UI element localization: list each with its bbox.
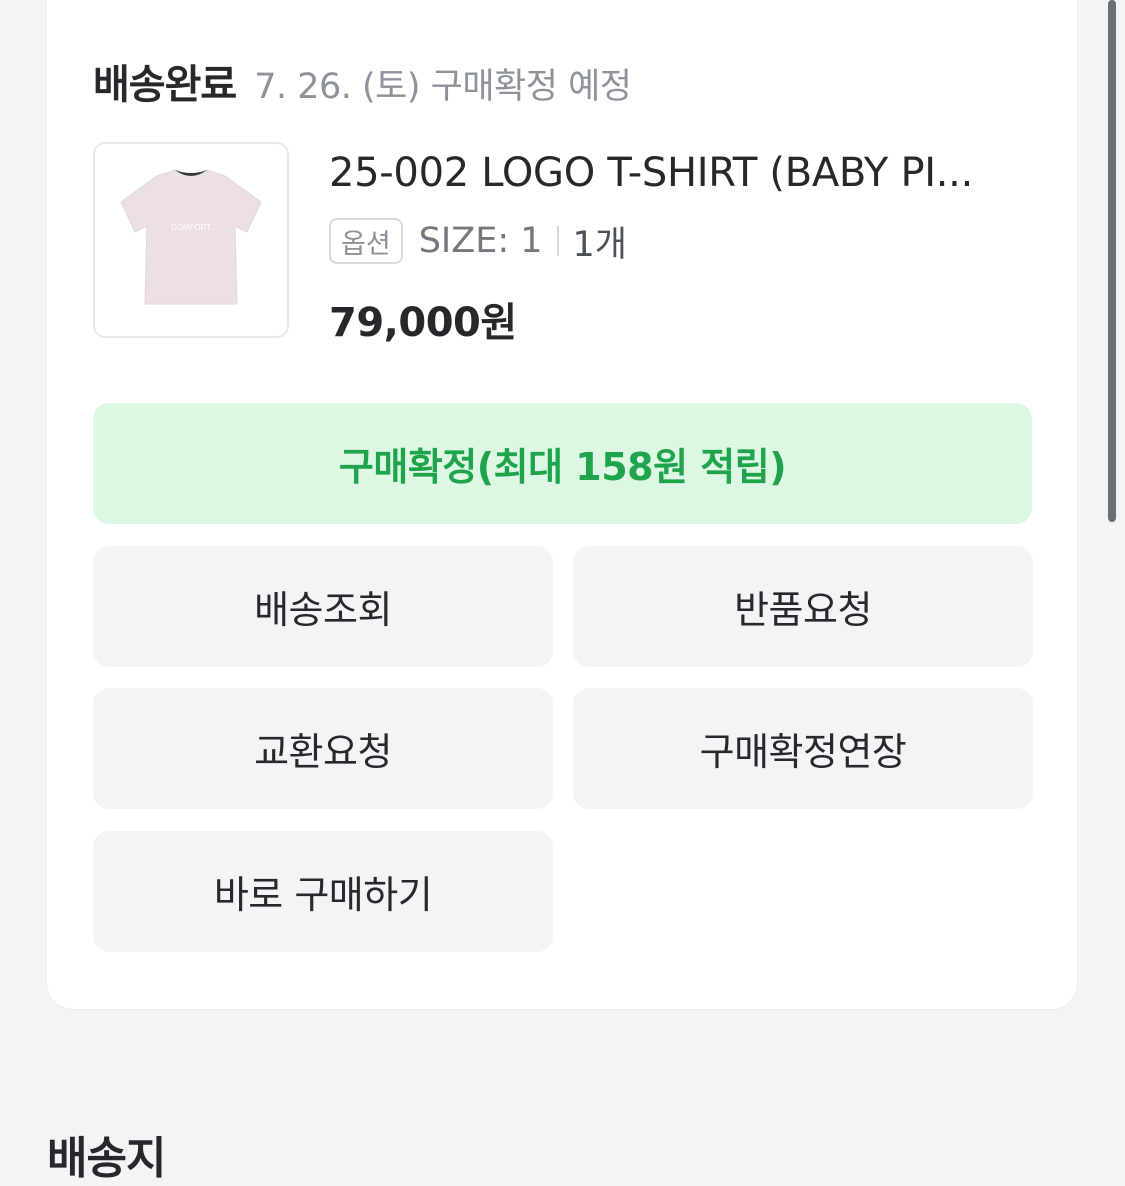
buy-again-button[interactable]: 바로 구매하기 [93, 831, 553, 952]
product-thumbnail[interactable]: COMFORT [93, 142, 289, 338]
return-request-button[interactable]: 반품요청 [573, 546, 1033, 667]
track-delivery-button[interactable]: 배송조회 [93, 546, 553, 667]
extend-confirmation-button[interactable]: 구매확정연장 [573, 688, 1033, 809]
option-badge: 옵션 [329, 218, 403, 264]
confirm-purchase-button[interactable]: 구매확정(최대 158원 적립) [93, 403, 1032, 524]
order-status-row: 배송완료 7. 26. (토) 구매확정 예정 [93, 52, 632, 108]
tshirt-logo-text: COMFORT [171, 223, 211, 232]
option-quantity: 1개 [572, 224, 627, 265]
delivery-status: 배송완료 [93, 62, 237, 108]
product-price: 79,000원 [329, 300, 517, 346]
shipping-address-title: 배송지 [47, 1133, 166, 1184]
purchase-confirm-date: 7. 26. (토) 구매확정 예정 [254, 67, 632, 107]
tshirt-product-photo: COMFORT [120, 169, 262, 305]
option-size: SIZE: 1 [418, 221, 543, 261]
exchange-request-button[interactable]: 교환요청 [93, 688, 553, 809]
option-divider [556, 226, 559, 256]
product-option-row: 옵션 SIZE: 1 1개 [329, 215, 627, 267]
page-scrollbar[interactable] [1108, 0, 1116, 522]
product-name[interactable]: 25-002 LOGO T-SHIRT (BABY PI... [329, 150, 1029, 196]
